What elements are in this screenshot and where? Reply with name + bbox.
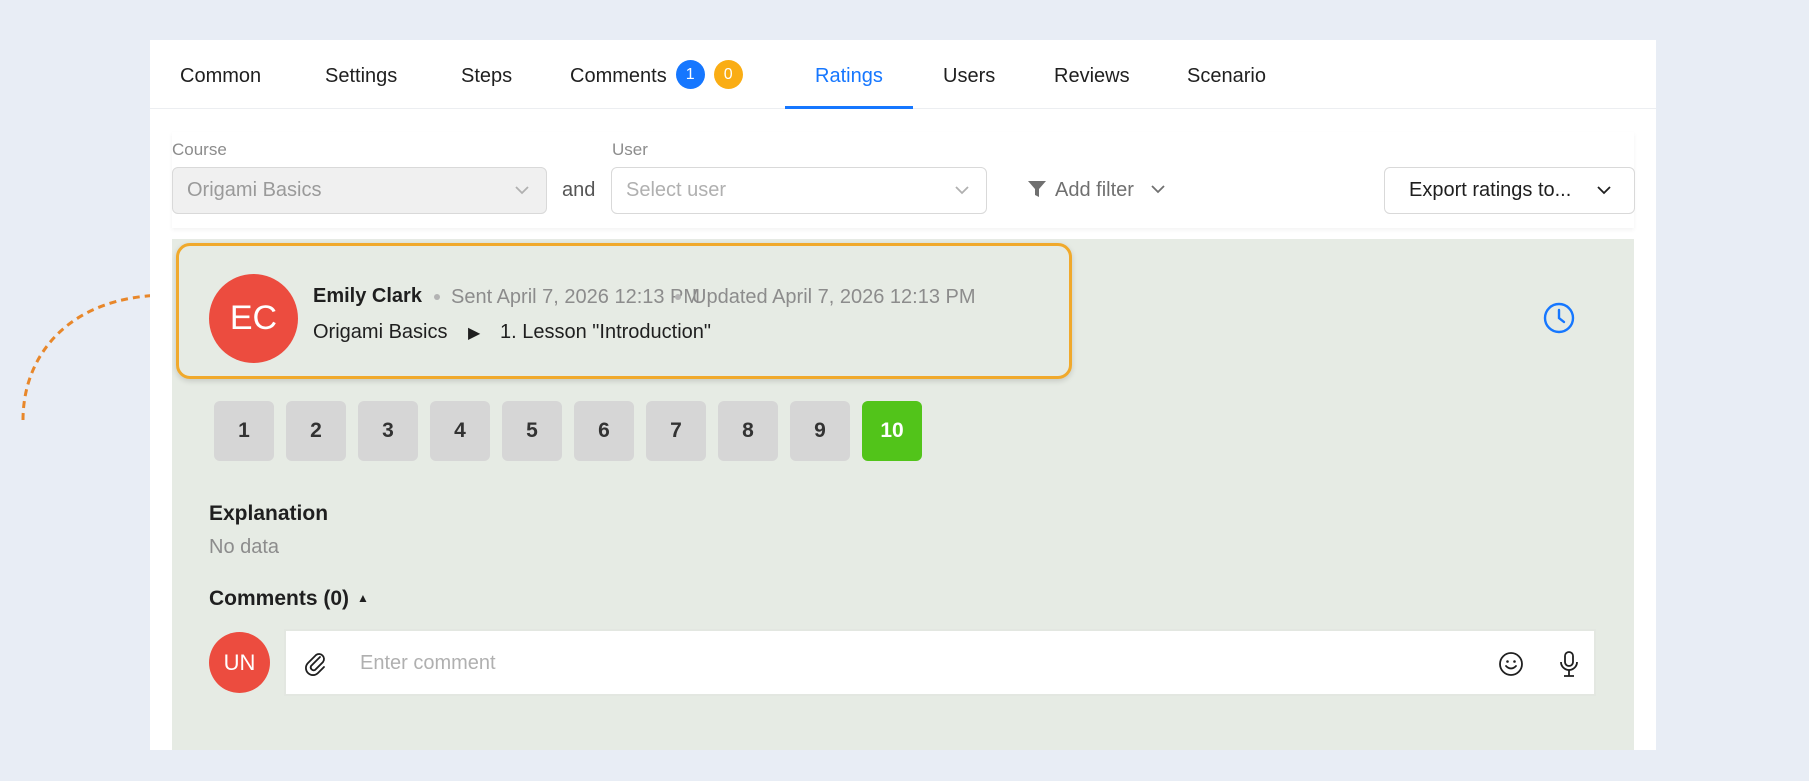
- tab-bar: Common Settings Steps Comments 1 0 Ratings…: [150, 40, 1656, 109]
- tab-reviews[interactable]: Reviews: [1054, 40, 1130, 109]
- add-filter-label: Add filter: [1055, 179, 1134, 201]
- tab-common[interactable]: Common: [180, 40, 261, 109]
- export-ratings-label: Export ratings to...: [1409, 179, 1572, 201]
- updated-timestamp: Updated April 7, 2026 12:13 PM: [692, 286, 976, 308]
- tab-ratings[interactable]: Ratings: [785, 40, 913, 109]
- score-option[interactable]: 9: [790, 401, 850, 461]
- funnel-icon: [1028, 180, 1046, 197]
- separator-dot: [434, 294, 440, 300]
- course-select: Origami Basics: [172, 167, 547, 214]
- score-option[interactable]: 7: [646, 401, 706, 461]
- tab-scenario[interactable]: Scenario: [1187, 40, 1266, 109]
- score-option[interactable]: 2: [286, 401, 346, 461]
- tab-settings[interactable]: Settings: [325, 40, 397, 109]
- microphone-icon[interactable]: [1559, 650, 1579, 678]
- caret-up-icon: ▲: [357, 591, 369, 605]
- score-option-selected[interactable]: 10: [862, 401, 922, 461]
- filter-bar: Course Origami Basics and User Select us…: [172, 132, 1635, 228]
- score-option[interactable]: 5: [502, 401, 562, 461]
- separator-dot: [675, 294, 681, 300]
- score-option[interactable]: 6: [574, 401, 634, 461]
- chevron-down-icon: [954, 168, 970, 230]
- avatar: EC: [209, 274, 298, 363]
- tab-users[interactable]: Users: [943, 40, 995, 109]
- user-filter-label: User: [612, 140, 648, 159]
- export-ratings-button[interactable]: Export ratings to...: [1384, 167, 1635, 214]
- chevron-down-icon: [1596, 168, 1612, 230]
- avatar: UN: [209, 632, 270, 693]
- rating-lesson: 1. Lesson "Introduction": [500, 321, 711, 343]
- emoji-icon[interactable]: [1498, 651, 1524, 677]
- comments-pending-badge: 0: [713, 60, 743, 90]
- tab-comments-label: Comments: [570, 65, 667, 87]
- comment-input[interactable]: [360, 645, 1420, 681]
- comment-composer: [284, 629, 1596, 696]
- score-option[interactable]: 3: [358, 401, 418, 461]
- rating-card: EC Emily Clark Sent April 7, 2026 12:13 …: [172, 239, 1634, 750]
- course-select-value: Origami Basics: [187, 179, 322, 201]
- course-panel: Common Settings Steps Comments 1 0 Ratings…: [150, 40, 1656, 750]
- course-filter-label: Course: [172, 140, 227, 159]
- score-option[interactable]: 1: [214, 401, 274, 461]
- sent-timestamp: Sent April 7, 2026 12:13 PM: [451, 286, 701, 308]
- tab-comments[interactable]: Comments 1 0: [570, 40, 743, 109]
- chevron-down-icon: [1150, 185, 1165, 193]
- add-filter-button[interactable]: Add filter: [1027, 167, 1166, 214]
- explanation-value: No data: [209, 536, 280, 558]
- rating-header-highlight: [176, 243, 1072, 379]
- rating-course: Origami Basics: [313, 321, 448, 343]
- chevron-down-icon: [514, 168, 530, 230]
- comments-count-badge: 1: [675, 60, 705, 90]
- rating-author: Emily Clark: [313, 285, 422, 307]
- clock-icon[interactable]: [1542, 301, 1576, 335]
- explanation-title: Explanation: [209, 502, 329, 525]
- comments-title: Comments (0): [209, 587, 350, 610]
- user-select-placeholder: Select user: [626, 179, 727, 201]
- caret-right-icon: ▶: [468, 325, 481, 342]
- user-select[interactable]: Select user: [611, 167, 987, 214]
- paperclip-icon[interactable]: [304, 651, 328, 677]
- and-label: and: [562, 179, 596, 201]
- score-option[interactable]: 4: [430, 401, 490, 461]
- comments-toggle[interactable]: Comments (0) ▲: [209, 587, 369, 611]
- tab-steps[interactable]: Steps: [461, 40, 512, 109]
- score-option[interactable]: 8: [718, 401, 778, 461]
